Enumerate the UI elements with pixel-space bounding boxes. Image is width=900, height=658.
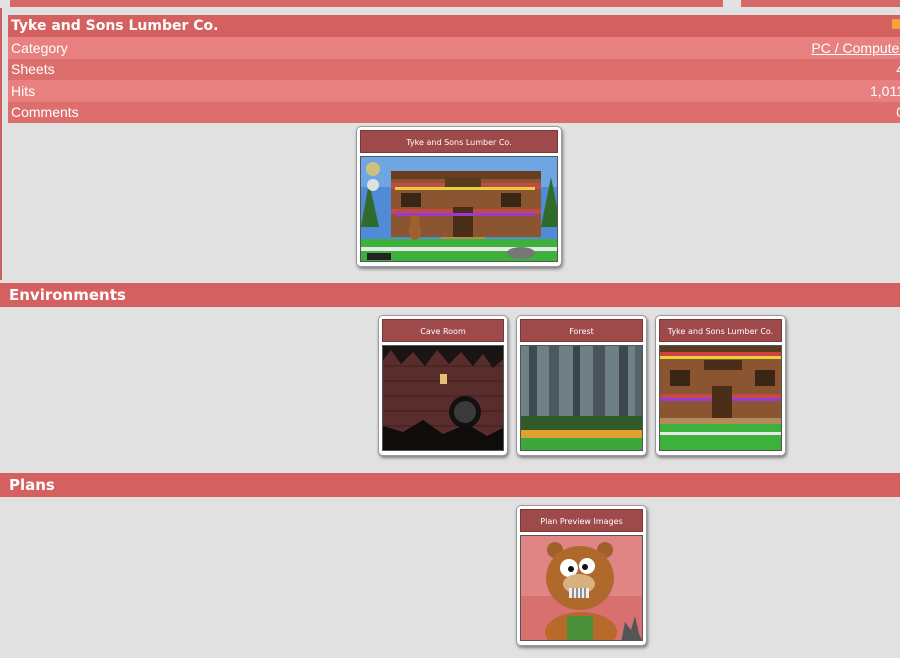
sheet-info-table: Tyke and Sons Lumber Co. Category PC / C… <box>8 15 900 123</box>
info-label: Sheets <box>11 61 55 78</box>
rss-icon[interactable] <box>892 19 900 29</box>
environment-card[interactable]: Forest <box>516 315 647 456</box>
info-label: Category <box>11 39 68 56</box>
lumber-thumbnail[interactable] <box>360 156 558 262</box>
top-nav-bar-right <box>741 0 900 7</box>
top-nav-bar <box>10 0 723 7</box>
info-value: 1,011 <box>870 82 900 99</box>
info-row-category: Category PC / Computer <box>8 37 900 59</box>
info-row-hits: Hits 1,011 <box>8 80 900 102</box>
info-label: Comments <box>11 104 79 121</box>
plan-preview-thumbnail[interactable] <box>520 535 643 641</box>
card-title: Tyke and Sons Lumber Co. <box>360 130 558 153</box>
category-link[interactable]: PC / Computer <box>811 40 900 56</box>
section-header-environments: Environments <box>0 283 900 307</box>
main-sheet-card[interactable]: Tyke and Sons Lumber Co. <box>356 126 562 267</box>
card-title: Tyke and Sons Lumber Co. <box>659 319 782 342</box>
info-value: 4 <box>896 61 900 77</box>
top-nav-strip <box>0 0 900 8</box>
info-label: Hits <box>11 82 36 99</box>
forest-thumbnail[interactable] <box>520 345 643 451</box>
plan-card[interactable]: Plan Preview Images <box>516 505 647 646</box>
lumber-co-thumbnail[interactable] <box>659 345 782 451</box>
page-title: Tyke and Sons Lumber Co. <box>11 18 219 34</box>
info-row-sheets: Sheets 4 <box>8 58 900 80</box>
info-row-comments: Comments 0 <box>8 101 900 123</box>
card-title: Forest <box>520 319 643 342</box>
card-title: Plan Preview Images <box>520 509 643 532</box>
section-header-plans: Plans <box>0 473 900 497</box>
info-title-row: Tyke and Sons Lumber Co. <box>8 15 900 37</box>
cave-room-thumbnail[interactable] <box>382 345 504 451</box>
environment-card[interactable]: Cave Room <box>378 315 508 456</box>
environment-card[interactable]: Tyke and Sons Lumber Co. <box>655 315 786 456</box>
info-value: 0 <box>896 104 900 120</box>
card-title: Cave Room <box>382 319 504 342</box>
left-border <box>0 8 2 280</box>
